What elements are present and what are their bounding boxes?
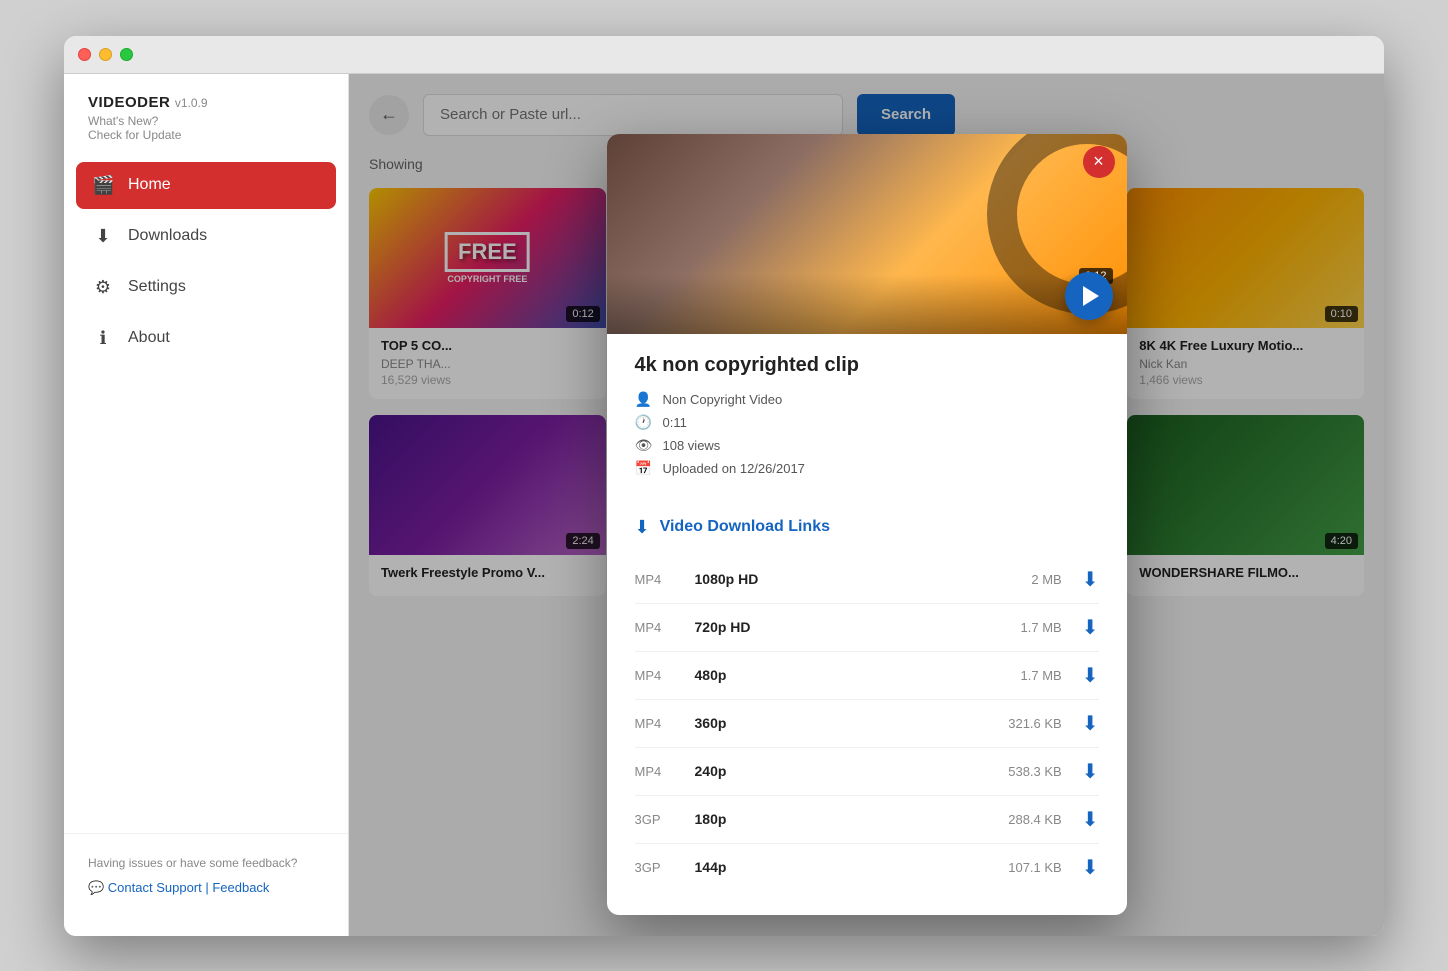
download-row: MP4 720p HD 1.7 MB ⬇ [635, 604, 1099, 652]
dl-quality: 480p [695, 667, 982, 683]
channel-name: Non Copyright Video [663, 392, 783, 407]
meta-channel: 👤 Non Copyright Video [635, 391, 1099, 408]
download-header: ⬇ Video Download Links [635, 517, 1099, 538]
maximize-window-button[interactable] [120, 48, 133, 61]
dl-quality: 180p [695, 811, 982, 827]
download-row: MP4 360p 321.6 KB ⬇ [635, 700, 1099, 748]
dl-size: 288.4 KB [982, 812, 1082, 827]
dl-size: 321.6 KB [982, 716, 1082, 731]
meta-views: 👁 108 views [635, 437, 1099, 454]
settings-icon: ⚙ [92, 277, 114, 298]
modal-info: 4k non copyrighted clip 👤 Non Copyright … [607, 334, 1127, 517]
sidebar-item-home[interactable]: 🎬 Home [76, 162, 336, 209]
download-row: 3GP 180p 288.4 KB ⬇ [635, 796, 1099, 844]
contact-support-link[interactable]: 💬 Contact Support | Feedback [88, 880, 324, 896]
download-row: 3GP 144p 107.1 KB ⬇ [635, 844, 1099, 891]
download-section: ⬇ Video Download Links MP4 1080p HD 2 MB… [607, 517, 1127, 915]
dl-download-button[interactable]: ⬇ [1082, 567, 1099, 592]
info-icon: ℹ [92, 328, 114, 349]
download-icon: ⬇ [92, 226, 114, 247]
sidebar-item-label: About [128, 329, 170, 347]
download-row: MP4 1080p HD 2 MB ⬇ [635, 556, 1099, 604]
dl-format: MP4 [635, 716, 695, 731]
dl-quality: 144p [695, 859, 982, 875]
traffic-lights [78, 48, 133, 61]
modal-title: 4k non copyrighted clip [635, 354, 1099, 377]
sidebar-item-label: Settings [128, 278, 186, 296]
download-row: MP4 480p 1.7 MB ⬇ [635, 652, 1099, 700]
home-icon: 🎬 [92, 175, 114, 196]
dl-size: 1.7 MB [982, 620, 1082, 635]
dl-size: 1.7 MB [982, 668, 1082, 683]
modal-meta: 👤 Non Copyright Video 🕐 0:11 👁 108 views [635, 391, 1099, 477]
sidebar-item-downloads[interactable]: ⬇ Downloads [76, 213, 336, 260]
download-header-icon: ⬇ [635, 517, 650, 538]
dl-format: MP4 [635, 764, 695, 779]
footer-text: Having issues or have some feedback? [88, 854, 324, 872]
close-window-button[interactable] [78, 48, 91, 61]
app-body: VIDEODER v1.0.9 What's New? Check for Up… [64, 74, 1384, 936]
dl-format: MP4 [635, 620, 695, 635]
modal-overlay: 0:12 × 4k non copyrighted clip 👤 Non Cop… [349, 74, 1384, 936]
dl-download-button[interactable]: ⬇ [1082, 663, 1099, 688]
upload-date: Uploaded on 12/26/2017 [663, 461, 805, 476]
meta-duration: 🕐 0:11 [635, 414, 1099, 431]
dl-download-button[interactable]: ⬇ [1082, 711, 1099, 736]
download-rows-container: MP4 1080p HD 2 MB ⬇ MP4 720p HD 1.7 MB ⬇… [635, 556, 1099, 891]
sidebar-item-label: Downloads [128, 227, 207, 245]
dl-quality: 1080p HD [695, 571, 982, 587]
titlebar [64, 36, 1384, 74]
whats-new-link[interactable]: What's New? [88, 114, 324, 128]
sidebar-item-settings[interactable]: ⚙ Settings [76, 264, 336, 311]
modal-close-button[interactable]: × [1083, 146, 1115, 178]
dl-download-button[interactable]: ⬇ [1082, 855, 1099, 880]
sidebar-footer: Having issues or have some feedback? 💬 C… [64, 833, 348, 916]
minimize-window-button[interactable] [99, 48, 112, 61]
dl-quality: 720p HD [695, 619, 982, 635]
person-icon: 👤 [635, 391, 653, 408]
dl-format: MP4 [635, 668, 695, 683]
download-modal: 0:12 × 4k non copyrighted clip 👤 Non Cop… [607, 134, 1127, 915]
dl-quality: 240p [695, 763, 982, 779]
dl-download-button[interactable]: ⬇ [1082, 615, 1099, 640]
dl-size: 107.1 KB [982, 860, 1082, 875]
video-duration-text: 0:11 [663, 415, 687, 430]
check-update-link[interactable]: Check for Update [88, 128, 324, 142]
main-content: ← Search Showing FREE COPYRIGHT FREE 0:1… [349, 74, 1384, 936]
sidebar: VIDEODER v1.0.9 What's New? Check for Up… [64, 74, 349, 936]
dl-format: MP4 [635, 572, 695, 587]
dl-download-button[interactable]: ⬇ [1082, 759, 1099, 784]
sidebar-item-label: Home [128, 176, 171, 194]
play-button[interactable] [1065, 272, 1113, 320]
calendar-icon: 📅 [635, 460, 653, 477]
app-window: VIDEODER v1.0.9 What's New? Check for Up… [64, 36, 1384, 936]
download-row: MP4 240p 538.3 KB ⬇ [635, 748, 1099, 796]
play-icon [1083, 286, 1099, 306]
sidebar-nav: 🎬 Home ⬇ Downloads ⚙ Settings ℹ About [64, 162, 348, 833]
dl-quality: 360p [695, 715, 982, 731]
dl-format: 3GP [635, 860, 695, 875]
sidebar-brand: VIDEODER v1.0.9 What's New? Check for Up… [64, 94, 348, 162]
sidebar-item-about[interactable]: ℹ About [76, 315, 336, 362]
meta-uploaded: 📅 Uploaded on 12/26/2017 [635, 460, 1099, 477]
views-count: 108 views [663, 438, 721, 453]
dl-format: 3GP [635, 812, 695, 827]
dl-download-button[interactable]: ⬇ [1082, 807, 1099, 832]
dl-size: 538.3 KB [982, 764, 1082, 779]
download-header-text: Video Download Links [660, 518, 830, 536]
clock-icon: 🕐 [635, 414, 653, 431]
dl-size: 2 MB [982, 572, 1082, 587]
brand-name: VIDEODER v1.0.9 [88, 94, 324, 112]
modal-video-preview: 0:12 [607, 134, 1127, 334]
eye-icon: 👁 [635, 437, 653, 454]
